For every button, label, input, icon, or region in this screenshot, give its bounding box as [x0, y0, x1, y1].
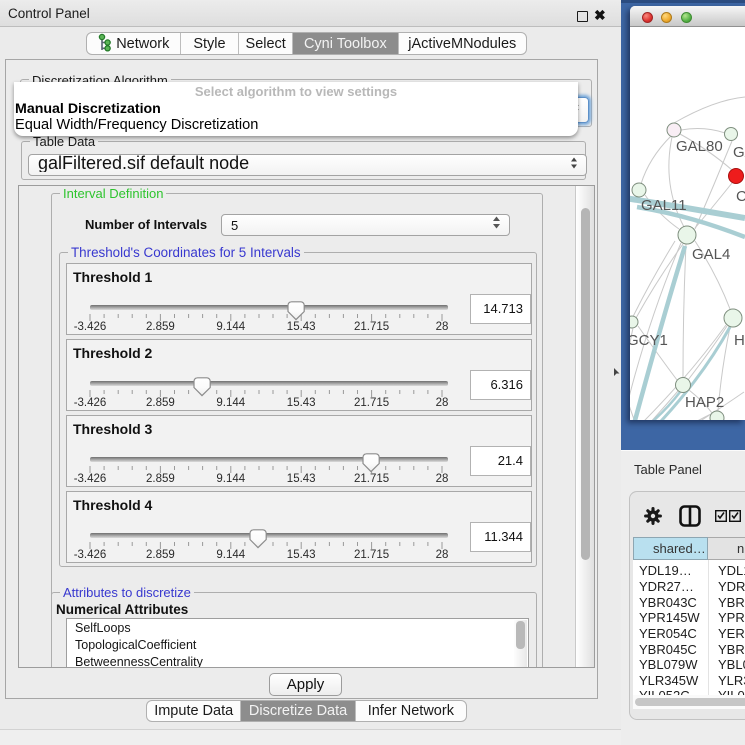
svg-text:GAL80: GAL80 — [676, 138, 723, 155]
svg-text:GCY1: GCY1 — [630, 332, 668, 349]
svg-text:HE: HE — [734, 332, 745, 349]
svg-text:GAL11: GAL11 — [641, 197, 687, 214]
svg-text:HAP2: HAP2 — [685, 394, 724, 411]
svg-text:CY: CY — [736, 188, 745, 205]
svg-text:GA: GA — [733, 144, 745, 161]
svg-text:GAL4: GAL4 — [692, 246, 730, 263]
